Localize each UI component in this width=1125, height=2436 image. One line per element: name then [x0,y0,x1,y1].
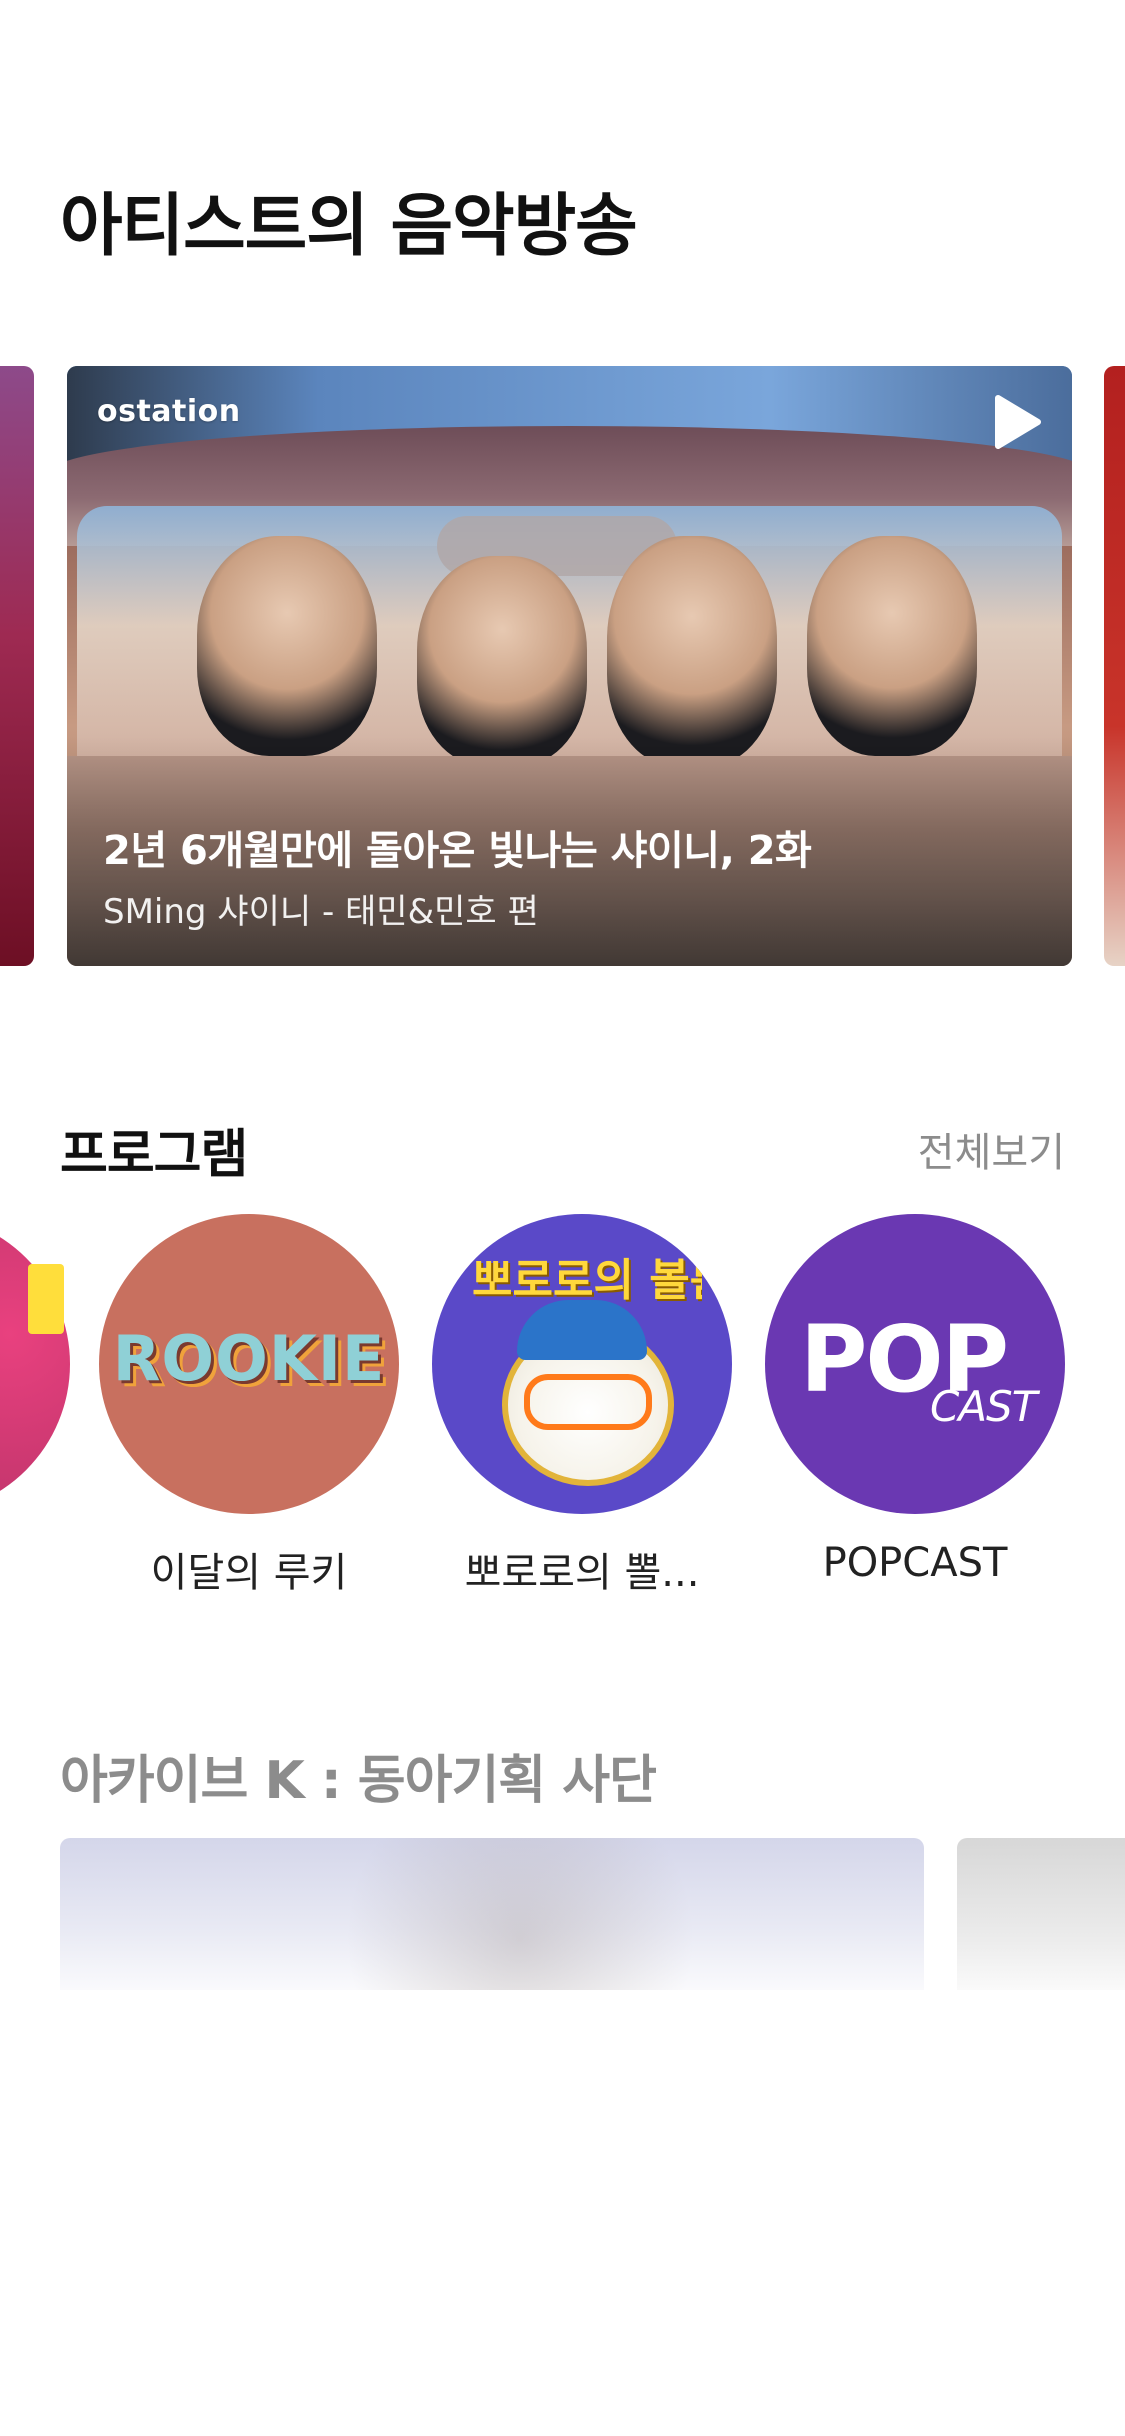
program-item-popcast[interactable]: POP CAST POPCAST [765,1214,1065,1586]
program-item-rookie[interactable]: ROOKIE 이달의 루키 [99,1214,399,1598]
carousel-card-next[interactable] [1104,366,1125,966]
card-image-person [607,536,777,766]
featured-broadcast-card[interactable]: ostation 2년 6개월만에 돌아온 빛나는 샤이니, 2화 SMing … [67,366,1072,966]
featured-card-title: 2년 6개월만에 돌아온 빛나는 샤이니, 2화 [103,828,812,874]
program-label: 이달의 루키 [150,1550,348,1596]
archive-card-image [310,1838,730,2008]
section-title-programs: 프로그램 [60,1125,248,1185]
pororo-hat [517,1300,647,1360]
program-label: POPCAST [822,1540,1008,1586]
program-art-decoration [28,1264,64,1334]
pororo-glasses [524,1374,652,1430]
play-icon[interactable] [992,394,1044,450]
program-item-prev[interactable] [0,1214,70,1514]
card-image-person [417,556,587,766]
section-title-archive: 아카이브 K : 동아기획 사단 [60,1751,657,1811]
program-item-pororo[interactable]: 뽀로로의 볼륨을 높여요 뽀로로의 뽈... [432,1214,732,1598]
card-image-person [197,536,377,756]
program-art-subtext: CAST [930,1382,1037,1431]
section-title-artist-broadcast: 아티스트의 음악방송 [60,187,638,266]
program-thumbnail: 뽀로로의 볼륨을 높여요 [432,1214,732,1514]
card-image-person [807,536,977,756]
archive-card[interactable] [60,1838,924,2008]
program-art-text: ROOKIE [112,1322,386,1395]
program-thumbnail: POP CAST [765,1214,1065,1514]
archive-card-next[interactable] [957,1838,1125,2008]
screen: 아티스트의 음악방송 ostation 2년 6개월만에 돌아온 빛나는 샤이니… [0,0,1125,2436]
featured-card-subtitle: SMing 샤이니 - 태민&민호 편 [103,892,539,932]
program-art-text: 뽀로로의 볼륨을 높여요 [472,1255,702,1306]
brand-logo: ostation [97,394,241,429]
program-label: 뽀로로의 뽈... [464,1550,700,1596]
loading-blank-area [0,1990,1125,2436]
see-all-link[interactable]: 전체보기 [918,1120,1065,1178]
carousel-card-prev[interactable] [0,366,34,966]
program-thumbnail: ROOKIE [99,1214,399,1514]
